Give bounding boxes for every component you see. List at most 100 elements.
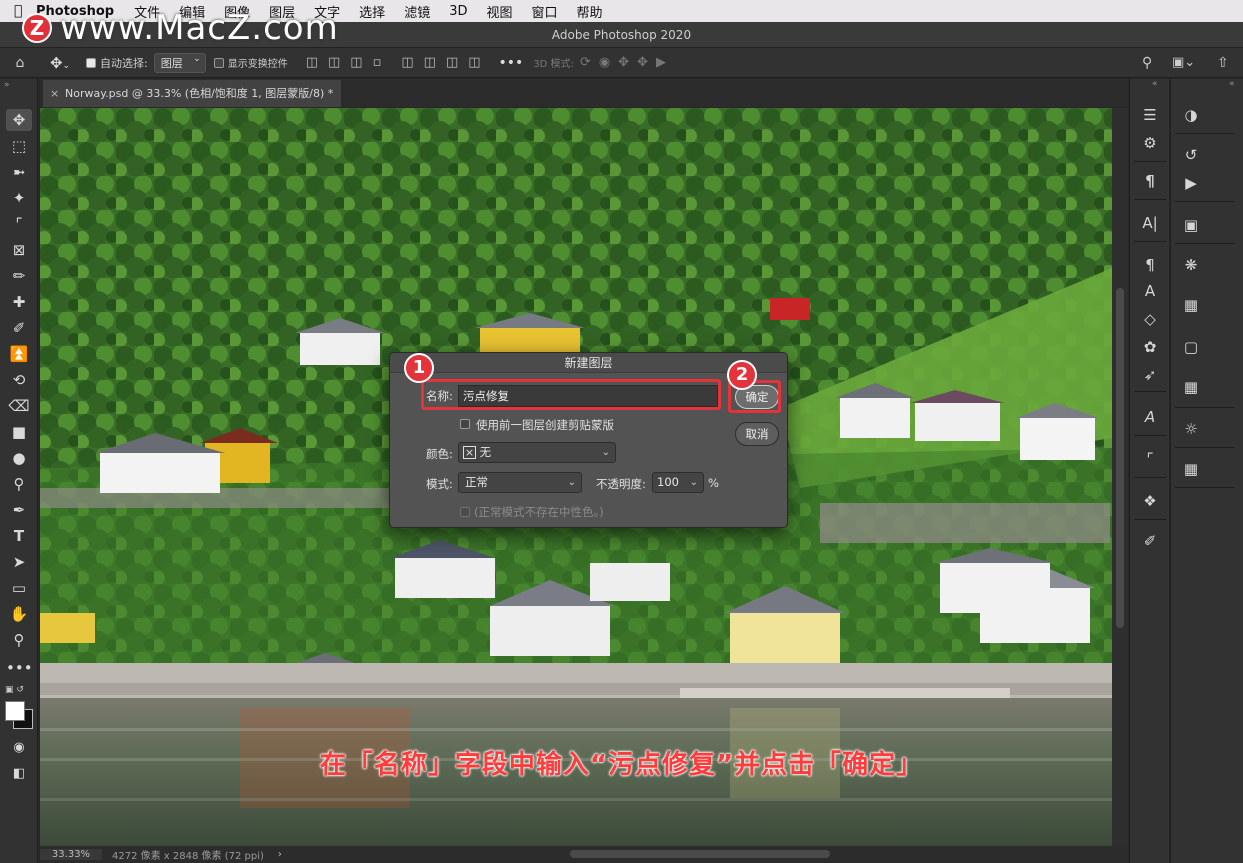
eyedropper-tool-icon[interactable]: ✏ [6,265,32,287]
menu-help[interactable]: 帮助 [577,2,603,21]
magic-wand-tool-icon[interactable]: ✦ [6,187,32,209]
blur-tool-icon[interactable]: ● [6,447,32,469]
distribute-icons[interactable]: ◫◫◫◫ [401,55,490,70]
paragraph-icon[interactable]: ¶ [1138,169,1162,193]
scrollbar-thumb[interactable] [1116,288,1124,628]
gradients-icon[interactable]: ▢ [1179,335,1203,359]
share-icon[interactable]: ⇧ [1217,55,1229,71]
color-palette-icon[interactable]: ❋ [1179,253,1203,277]
document-tab[interactable]: × Norway.psd @ 33.3% (色相/饱和度 1, 图层蒙版/8) … [43,80,341,107]
patterns-icon[interactable]: ▦ [1179,375,1203,399]
puzzle-icon[interactable]: ❖ [1138,489,1162,513]
pen-tool-icon[interactable]: ✒ [6,499,32,521]
tool-presets-icon[interactable]: ✐ [1138,529,1162,553]
gradient-tool-icon[interactable]: ■ [6,421,32,443]
watermark-logo: Z [22,13,52,43]
horizontal-scrollbar-thumb[interactable] [570,850,830,858]
libraries-icon[interactable]: ▣ [1179,213,1203,237]
crop-tool-icon[interactable]: ⌜ [6,213,32,235]
foreground-color-swatch[interactable] [5,701,25,721]
menu-window[interactable]: 窗口 [532,2,558,21]
more-options-icon[interactable]: ••• [499,55,524,71]
clip-mask-checkbox[interactable] [460,419,470,429]
no-color-icon: × [463,446,476,459]
edit-toolbar-icon[interactable]: ••• [6,657,33,679]
paths-icon[interactable]: ➶ [1138,363,1162,387]
clip-mask-label: 使用前一图层创建剪贴蒙版 [476,418,614,432]
crop-panel-icon[interactable]: ⌜ [1138,447,1162,471]
collapse-panel-icon[interactable]: « [1152,79,1158,89]
layers-icon[interactable]: ◇ [1138,307,1162,331]
color-label: 颜色: [426,447,453,461]
rectangle-tool-icon[interactable]: ▭ [6,577,32,599]
opacity-input[interactable]: 100 ⌄ [652,472,704,493]
chevron-down-icon: ⌄ [567,477,576,488]
mode-value: 正常 [465,475,488,489]
paragraph-styles-icon[interactable]: ¶ [1138,253,1162,277]
workspace-icon[interactable]: ▣⌄ [1172,55,1195,70]
step-1-badge: 1 [404,353,434,383]
menu-view[interactable]: 视图 [486,2,512,21]
collapse-dock-icon[interactable]: « [1229,79,1235,89]
home-icon[interactable]: ⌂ [0,55,40,71]
neutral-color-checkbox [460,507,470,517]
dodge-tool-icon[interactable]: ⚲ [6,473,32,495]
character-icon[interactable]: A| [1138,211,1162,235]
move-tool-preset-icon[interactable]: ✥⌄ [40,54,80,72]
history-icon[interactable]: ↺ [1179,143,1203,167]
status-bar: 33.33% 4272 像素 x 2848 像素 (72 ppi) › [40,846,1128,863]
zoom-level[interactable]: 33.33% [40,849,102,860]
move-tool-icon[interactable]: ✥ [6,109,32,131]
menu-3d[interactable]: 3D [449,4,467,19]
brush-settings-icon[interactable]: ☰ [1138,103,1162,127]
align-icons[interactable]: ◫◫◫▫ [306,55,392,70]
opacity-unit: % [708,476,719,490]
zoom-tool-icon[interactable]: ⚲ [6,629,32,651]
close-tab-icon[interactable]: × [50,80,59,107]
auto-select-target-dropdown[interactable]: 图层 ⌄ [153,52,206,73]
cancel-button[interactable]: 取消 [735,422,779,446]
chevron-down-icon: ⌄ [689,477,698,488]
color-value: 无 [479,445,492,459]
watermark: Z www.MacZ.com [22,8,339,48]
default-colors-icon[interactable]: ▣ ↺ [5,685,24,695]
canvas-vertical-scrollbar[interactable] [1112,108,1128,846]
watermark-text: www.MacZ.com [60,8,339,48]
type-tool-icon[interactable]: T [6,525,32,547]
tutorial-caption: 在「名称」字段中输入“污点修复”并点击「确定」 [319,750,924,780]
search-icon[interactable]: ⚲ [1142,55,1152,71]
character-styles-icon[interactable]: A [1138,279,1162,303]
swatches-icon[interactable]: ▦ [1179,293,1203,317]
learn-lightbulb-icon[interactable]: ☼ [1179,417,1203,441]
menu-filter[interactable]: 滤镜 [404,2,430,21]
menu-select[interactable]: 选择 [359,2,385,21]
healing-brush-tool-icon[interactable]: ✚ [6,291,32,313]
channels-icon[interactable]: ✿ [1138,335,1162,359]
collapse-tools-icon[interactable]: » [4,80,10,90]
3d-mode-icons[interactable]: ⟳◉✥✥▶ [580,55,674,70]
neutral-color-label: (正常模式不存在中性色。) [474,505,604,519]
color-dropdown[interactable]: × 无 ⌄ [458,442,616,463]
show-transform-checkbox[interactable] [213,57,224,68]
adjustments-icon[interactable]: ◑ [1179,103,1203,127]
glyphs-icon[interactable]: A [1138,405,1162,429]
frame-tool-icon[interactable]: ⊠ [6,239,32,261]
hand-tool-icon[interactable]: ✋ [6,603,32,625]
mode-label: 模式: [426,477,453,491]
eraser-tool-icon[interactable]: ⌫ [6,395,32,417]
status-menu-arrow[interactable]: › [278,849,282,860]
document-info: 4272 像素 x 2848 像素 (72 ppi) [112,851,264,862]
mode-dropdown[interactable]: 正常 ⌄ [458,472,582,493]
marquee-tool-icon[interactable]: ⬚ [6,135,32,157]
auto-select-label: 自动选择: [100,56,148,70]
auto-select-checkbox[interactable] [86,57,96,68]
clone-stamp-tool-icon[interactable]: ⏫ [6,343,32,365]
lasso-tool-icon[interactable]: ➼ [6,161,32,183]
actions-play-icon[interactable]: ▶ [1179,171,1203,195]
3d-icon[interactable]: ▦ [1179,457,1203,481]
step-2-badge: 2 [727,360,757,390]
brush-presets-icon[interactable]: ⚙ [1138,131,1162,155]
history-brush-tool-icon[interactable]: ⟲ [6,369,32,391]
path-selection-tool-icon[interactable]: ➤ [6,551,32,573]
brush-tool-icon[interactable]: ✐ [6,317,32,339]
